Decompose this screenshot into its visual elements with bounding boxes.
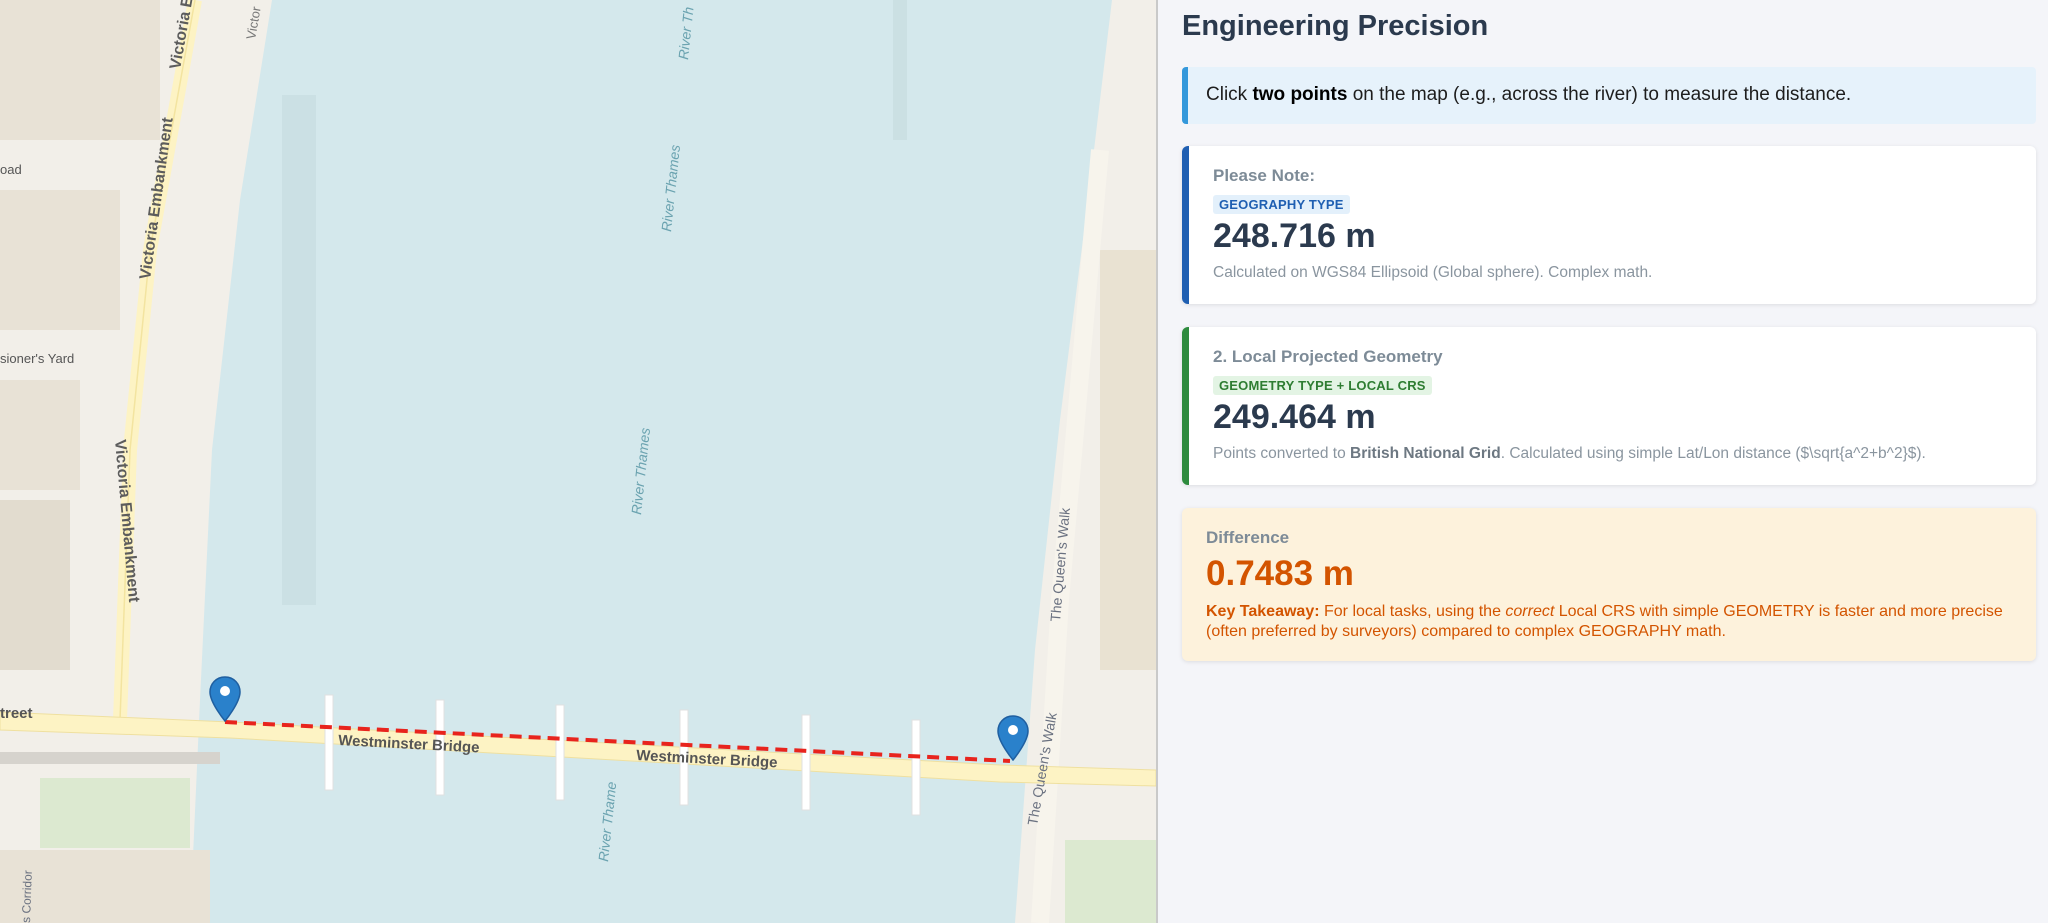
instruction-bold: two points: [1252, 84, 1348, 105]
instruction-suffix: on the map (e.g., across the river) to m…: [1347, 84, 1852, 105]
card-label: Difference: [1206, 528, 1290, 547]
geometry-result-card: 2. Local Projected Geometry GEOMETRY TYP…: [1182, 327, 2036, 485]
map-label: oad: [0, 162, 22, 177]
pier-shape: [282, 95, 316, 605]
building: [1100, 250, 1156, 670]
difference-card: Difference 0.7483 m Key Takeaway: For lo…: [1182, 508, 2036, 661]
card-label: Please Note:: [1213, 166, 1316, 185]
geometry-distance-value: 249.464 m: [1213, 398, 1376, 436]
geography-result-card: Please Note: GEOGRAPHY TYPE 248.716 m Ca…: [1182, 146, 2036, 304]
railway: [0, 752, 220, 764]
map-marker-end-icon[interactable]: [997, 715, 1029, 761]
geometry-desc-bold: British National Grid: [1350, 445, 1501, 462]
building: [0, 380, 80, 490]
map-label: treet: [0, 705, 33, 722]
geometry-desc-prefix: Points converted to: [1213, 445, 1350, 462]
page-title: Engineering Precision: [1182, 10, 1489, 42]
instruction-banner: Click two points on the map (e.g., acros…: [1182, 67, 2036, 124]
results-panel: Engineering Precision Click two points o…: [1158, 0, 2048, 923]
park: [1065, 840, 1156, 923]
building: [0, 500, 70, 670]
geometry-description: Points converted to British National Gri…: [1213, 445, 2012, 463]
map-label: sioner's Yard: [0, 351, 74, 366]
geometry-type-badge: GEOMETRY TYPE + LOCAL CRS: [1213, 376, 1432, 395]
map-canvas[interactable]: Victoria Embankment Victoria Embankment …: [0, 0, 1156, 923]
building: [0, 0, 160, 140]
difference-value: 0.7483 m: [1206, 554, 1354, 593]
card-label: 2. Local Projected Geometry: [1213, 347, 1443, 366]
takeaway-pre: For local tasks, using the: [1319, 603, 1506, 620]
pier-shape-2: [893, 0, 907, 140]
geography-description: Calculated on WGS84 Ellipsoid (Global sp…: [1213, 264, 1653, 281]
takeaway-italic: correct: [1505, 603, 1555, 620]
building: [0, 190, 120, 330]
map-marker-start-icon[interactable]: [209, 676, 241, 722]
map-view[interactable]: Victoria Embankment Victoria Embankment …: [0, 0, 1156, 923]
geography-type-badge: GEOGRAPHY TYPE: [1213, 195, 1350, 214]
geography-distance-value: 248.716 m: [1213, 217, 1376, 255]
geometry-desc-suffix: . Calculated using simple Lat/Lon distan…: [1500, 445, 1926, 462]
map-label: s Corridor: [19, 870, 35, 923]
takeaway-bold: Key Takeaway:: [1206, 603, 1320, 620]
park: [40, 778, 190, 848]
key-takeaway: Key Takeaway: For local tasks, using the…: [1206, 602, 2012, 642]
instruction-prefix: Click: [1206, 84, 1253, 105]
